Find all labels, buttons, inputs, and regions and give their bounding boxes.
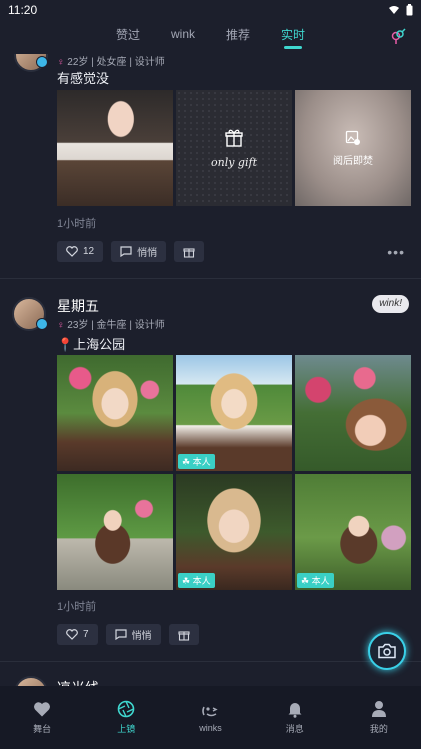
- like-count: 12: [83, 246, 95, 257]
- post-photo[interactable]: ☘ 本人: [295, 474, 411, 590]
- tab-recommend[interactable]: 推荐: [211, 26, 266, 49]
- gift-icon: [183, 247, 195, 258]
- self-tag: ☘ 本人: [297, 573, 334, 588]
- post-location[interactable]: 📍上海公园: [57, 334, 125, 353]
- gift-label: only gift: [211, 155, 257, 169]
- user-name[interactable]: 凉光线: [57, 678, 99, 686]
- self-tag: ☘ 本人: [178, 454, 215, 469]
- post-photo[interactable]: ☘ 本人: [176, 355, 292, 471]
- verified-badge-icon: [36, 318, 48, 330]
- nav-messages[interactable]: 消息: [253, 686, 337, 749]
- nav-stage[interactable]: 舞台: [0, 686, 84, 749]
- wifi-icon: [389, 6, 399, 14]
- burn-image-icon: [345, 130, 360, 145]
- verified-self-icon: ☘: [301, 576, 310, 586]
- nav-on-camera[interactable]: 上镜: [84, 686, 168, 749]
- burn-label: 阅后即焚: [333, 155, 373, 167]
- whisper-button[interactable]: 悄悄: [105, 624, 161, 645]
- post-caption: 有感觉没: [57, 71, 110, 86]
- post-actions: 12 悄悄: [57, 241, 205, 262]
- post-photo[interactable]: [57, 474, 173, 590]
- verified-badge-icon: [36, 56, 48, 68]
- chat-bubble-icon: [114, 629, 127, 640]
- camera-button[interactable]: [368, 632, 406, 670]
- female-icon: ♀: [57, 320, 65, 331]
- nav-profile[interactable]: 我的: [337, 686, 421, 749]
- verified-self-icon: ☘: [182, 576, 191, 586]
- post-actions: 7 悄悄: [57, 624, 199, 645]
- post-time: 1小时前: [57, 218, 97, 230]
- wink-button[interactable]: wink!: [372, 295, 409, 313]
- nav-messages-label: 消息: [285, 724, 304, 734]
- nav-on-camera-label: 上镜: [117, 724, 136, 734]
- like-button[interactable]: 7: [57, 624, 98, 645]
- nav-winks[interactable]: winks: [168, 686, 252, 749]
- post-time: 1小时前: [57, 601, 97, 613]
- user-icon: [371, 701, 386, 717]
- like-count: 7: [83, 629, 89, 640]
- post-divider: [0, 278, 421, 279]
- camera-icon: [378, 643, 396, 659]
- tab-liked[interactable]: 赞过: [101, 26, 156, 49]
- photo-grid: ☘ 本人 ☘ 本人 ☘ 本人: [57, 355, 411, 590]
- bottom-nav: 舞台 上镜 winks 消息 我的: [0, 686, 421, 749]
- photo-grid: only gift 阅后即焚: [57, 90, 411, 206]
- like-button[interactable]: 12: [57, 241, 104, 262]
- more-options-icon[interactable]: •••: [387, 244, 405, 260]
- post-photo[interactable]: [57, 355, 173, 471]
- whisper-button[interactable]: 悄悄: [111, 241, 167, 262]
- female-icon: ♀: [57, 57, 65, 68]
- user-name[interactable]: 星期五: [57, 296, 99, 316]
- chat-bubble-icon: [120, 246, 132, 257]
- tab-realtime[interactable]: 实时: [266, 26, 321, 49]
- gift-icon: [225, 129, 243, 147]
- gift-icon: [178, 630, 190, 641]
- user-meta: ♀ 22岁 | 处女座 | 设计师: [57, 57, 165, 68]
- battery-icon: [406, 4, 413, 16]
- whisper-label: 悄悄: [131, 631, 152, 642]
- post-photo[interactable]: [295, 355, 411, 471]
- heart-icon: [66, 629, 78, 640]
- gift-button[interactable]: [174, 241, 205, 262]
- wink-face-icon: [201, 706, 218, 716]
- post-divider: [0, 661, 421, 662]
- feed-list[interactable]: ♀ 22岁 | 处女座 | 设计师 有感觉没 only gift 阅后即焚 1小…: [0, 54, 421, 686]
- burn-after-reading-photo[interactable]: 阅后即焚: [295, 90, 411, 206]
- avatar[interactable]: [14, 676, 48, 686]
- gift-button[interactable]: [168, 624, 199, 645]
- user-meta: ♀ 23岁 | 金牛座 | 设计师: [57, 320, 165, 331]
- gender-filter-icon[interactable]: [389, 28, 407, 46]
- status-time: 11:20: [8, 3, 38, 17]
- heart-icon: [66, 246, 78, 257]
- self-tag: ☘ 本人: [178, 573, 215, 588]
- bell-icon: [288, 703, 302, 718]
- post-photo[interactable]: ☘ 本人: [176, 474, 292, 590]
- status-bar: 11:20: [0, 0, 421, 20]
- whisper-label: 悄悄: [137, 248, 158, 259]
- nav-winks-label: winks: [199, 722, 222, 733]
- aperture-icon: [117, 700, 135, 718]
- tab-wink[interactable]: wink: [156, 27, 211, 47]
- nav-stage-label: 舞台: [33, 723, 52, 734]
- nav-profile-label: 我的: [369, 724, 388, 734]
- top-tab-bar: 赞过 wink 推荐 实时: [0, 20, 421, 54]
- post-photo[interactable]: [57, 90, 173, 206]
- heart-stage-icon: [34, 701, 51, 716]
- verified-self-icon: ☘: [182, 457, 191, 467]
- gift-locked-photo[interactable]: only gift: [176, 90, 292, 206]
